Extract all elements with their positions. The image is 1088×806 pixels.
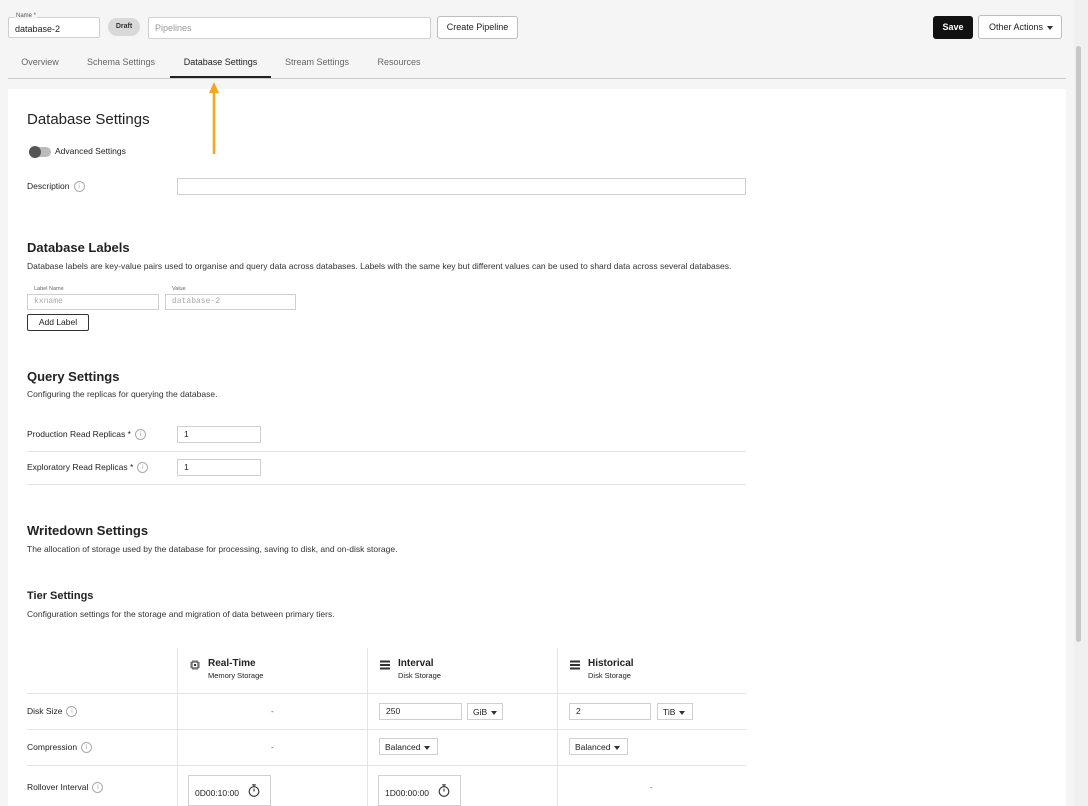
tab-overview[interactable]: Overview [8,52,72,78]
tab-schema-settings[interactable]: Schema Settings [80,52,162,78]
description-label-text: Description [27,181,70,191]
interval-disk-unit-select[interactable]: GiB [467,703,503,720]
other-actions-label: Other Actions [989,22,1044,32]
info-icon: i [92,782,104,794]
interval-disk-size-input[interactable]: 250 [379,703,462,720]
compression-label: Compression i [27,742,93,754]
advanced-settings-label: Advanced Settings [55,146,126,156]
list-icon [570,660,580,670]
chip-icon [190,660,200,670]
list-icon [380,660,390,670]
realtime-rollover-input[interactable]: 0D00:10:00 [188,775,271,806]
interval-compression-select[interactable]: Balanced [379,738,438,755]
divider [557,648,558,806]
info-icon: i [81,742,93,754]
chevron-down-icon [491,710,498,715]
toggle-knob [29,146,41,158]
tier-column-title: Interval [398,658,434,669]
divider [27,693,746,694]
status-badge: Draft [108,18,140,36]
chevron-down-icon [1047,26,1053,30]
name-field-label: Name * [15,13,38,19]
scrollbar-thumb[interactable] [1076,46,1081,642]
realtime-rollover-value: 0D00:10:00 [195,788,239,798]
label-name-label: Label Name [34,286,64,292]
interval-compression-value: Balanced [385,742,421,752]
historical-disk-size-input[interactable]: 2 [569,703,651,720]
label-value-label: Value [172,286,186,292]
historical-compression-select[interactable]: Balanced [569,738,628,755]
tab-database-settings[interactable]: Database Settings [170,52,271,78]
advanced-settings-toggle[interactable] [29,146,51,158]
tab-bar: Overview Schema Settings Database Settin… [8,52,1066,79]
production-replicas-input[interactable]: 1 [177,426,261,443]
top-bar: Name * database-2 Draft Pipelines Create… [0,0,1088,80]
tier-column-subtitle: Disk Storage [398,671,441,680]
realtime-disk-size: - [271,707,274,716]
label-name-input[interactable]: kxname [27,294,159,310]
divider [27,484,746,485]
info-icon: i [66,706,78,718]
name-field-value: database-2 [15,24,61,34]
interval-disk-unit-value: GiB [473,707,488,717]
divider [27,729,746,730]
add-label-button[interactable]: Add Label [27,314,89,331]
pipelines-placeholder: Pipelines [155,23,192,33]
production-replicas-label: Production Read Replicas * i [27,429,146,441]
tier-settings-description: Configuration settings for the storage a… [27,609,335,619]
label-value-input[interactable]: database-2 [165,294,296,310]
interval-rollover-input[interactable]: 1D00:00:00 [378,775,461,806]
divider [367,648,368,806]
pipelines-select[interactable]: Pipelines [148,17,431,39]
chevron-down-icon [679,710,686,715]
tier-column-title: Historical [588,658,634,669]
tab-resources[interactable]: Resources [370,52,428,78]
exploratory-replicas-label-text: Exploratory Read Replicas * [27,462,134,472]
chevron-down-icon [424,745,431,750]
historical-disk-unit-value: TiB [663,707,676,717]
writedown-settings-title: Writedown Settings [27,523,149,538]
database-labels-title: Database Labels [27,240,130,255]
tier-column-title: Real-Time [208,658,256,669]
tier-column-subtitle: Memory Storage [208,671,264,680]
query-settings-title: Query Settings [27,369,120,384]
production-replicas-label-text: Production Read Replicas * [27,429,131,439]
divider [27,765,746,766]
historical-disk-unit-select[interactable]: TiB [657,703,693,720]
historical-compression-value: Balanced [575,742,611,752]
exploratory-replicas-label: Exploratory Read Replicas * i [27,462,149,474]
stopwatch-icon[interactable] [438,784,450,797]
annotation-arrow-icon [209,82,219,154]
disk-size-label-text: Disk Size [27,706,63,716]
other-actions-button[interactable]: Other Actions [978,15,1062,39]
chevron-down-icon [614,745,621,750]
rollover-interval-label-text: Rollover Interval [27,782,89,792]
query-settings-description: Configuring the replicas for querying th… [27,389,218,399]
realtime-compression: - [271,743,274,752]
tab-stream-settings[interactable]: Stream Settings [278,52,356,78]
tier-settings-title: Tier Settings [27,590,94,602]
info-icon: i [73,181,85,193]
compression-label-text: Compression [27,742,78,752]
info-icon: i [134,429,146,441]
save-button[interactable]: Save [933,16,973,39]
database-labels-description: Database labels are key-value pairs used… [27,261,732,271]
divider [177,648,178,806]
description-input[interactable] [177,178,746,195]
historical-rollover: - [650,783,653,792]
exploratory-replicas-input[interactable]: 1 [177,459,261,476]
interval-rollover-value: 1D00:00:00 [385,788,429,798]
disk-size-label: Disk Size i [27,706,78,718]
stopwatch-icon[interactable] [248,784,260,797]
info-icon: i [137,462,149,474]
create-pipeline-button[interactable]: Create Pipeline [437,16,518,39]
tier-column-subtitle: Disk Storage [588,671,631,680]
settings-panel: Database Settings Advanced Settings Desc… [8,89,1066,806]
writedown-settings-description: The allocation of storage used by the da… [27,544,398,554]
name-field[interactable]: Name * database-2 [8,13,100,38]
divider [27,451,746,452]
description-label: Description i [27,181,85,193]
rollover-interval-label: Rollover Interval i [27,782,104,794]
page-title: Database Settings [27,111,150,128]
